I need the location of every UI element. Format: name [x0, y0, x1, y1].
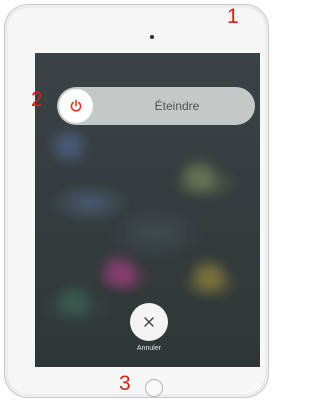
front-camera	[150, 35, 154, 39]
power-off-knob[interactable]	[59, 89, 93, 123]
power-off-screen: Éteindre Annuler	[35, 53, 260, 367]
annotation-marker-3: 3	[119, 372, 131, 395]
cancel-label: Annuler	[136, 345, 162, 352]
ipad-frame: Éteindre Annuler	[4, 4, 269, 398]
home-button[interactable]	[145, 379, 163, 397]
blurred-app-icon	[55, 133, 83, 159]
annotation-marker-2: 2	[31, 88, 43, 111]
blurred-app-icon	[195, 263, 223, 289]
slider-label: Éteindre	[154, 99, 200, 113]
close-icon	[144, 317, 154, 327]
blurred-app-icon	[185, 163, 213, 189]
power-icon	[70, 99, 82, 112]
blurred-app-icon	[105, 258, 133, 284]
slide-to-power-off[interactable]: Éteindre	[57, 87, 255, 125]
annotation-marker-1: 1	[227, 5, 239, 28]
blurred-app-icon	[60, 288, 88, 314]
cancel-button[interactable]	[130, 303, 168, 341]
